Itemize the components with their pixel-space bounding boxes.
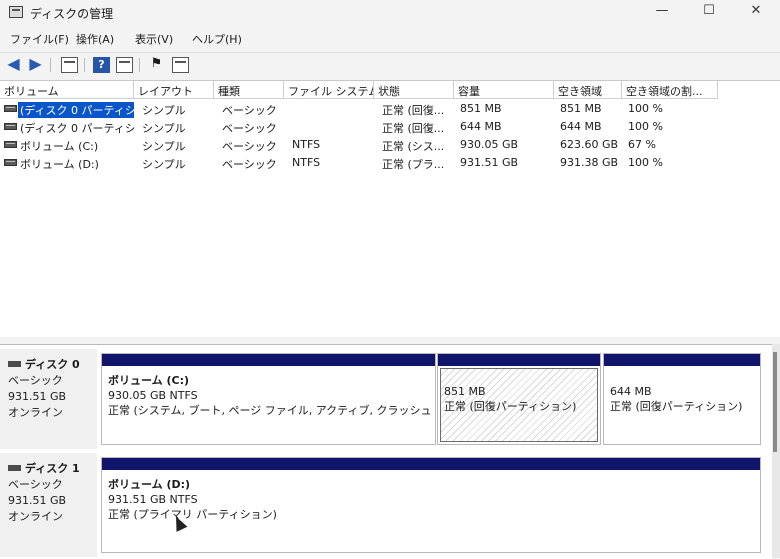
cell-volume: ボリューム (D:) xyxy=(20,158,99,171)
cell-status: 正常 (回復... xyxy=(382,122,445,135)
properties-icon[interactable] xyxy=(172,57,189,73)
cell-layout: シンプル xyxy=(142,158,186,171)
partition-recovery-1[interactable]: 851 MB 正常 (回復パーティション) xyxy=(437,353,601,445)
partition-d[interactable]: ボリューム (D:) 931.51 GB NTFS 正常 (プライマリ パーティ… xyxy=(101,457,761,553)
column-header-capacity[interactable]: 容量 xyxy=(454,81,554,99)
cell-percent-free: 100 % xyxy=(628,156,663,169)
cell-percent-free: 100 % xyxy=(628,120,663,133)
cell-status: 正常 (プラ... xyxy=(382,158,445,171)
disk-icon xyxy=(8,465,21,471)
partition-size: 644 MB xyxy=(610,385,652,398)
disk-1-info[interactable]: ディスク 1 ベーシック 931.51 GB オンライン xyxy=(0,453,97,557)
column-header-volume[interactable]: ボリューム xyxy=(0,81,134,99)
back-arrow-icon[interactable]: ◀ xyxy=(5,56,22,73)
volume-icon xyxy=(4,141,17,148)
close-button[interactable]: ✕ xyxy=(736,2,776,22)
cell-free-space: 623.60 GB xyxy=(560,138,619,151)
cell-free-space: 644 MB xyxy=(560,120,602,133)
toolbar: ◀ ▶ ? ⚑ xyxy=(0,52,780,77)
cell-free-space: 931.38 GB xyxy=(560,156,619,169)
disk-0-name: ディスク 0 xyxy=(8,357,97,373)
scrollbar-thumb[interactable] xyxy=(773,352,777,452)
console-tree-icon[interactable] xyxy=(61,57,78,73)
cell-volume: ボリューム (C:) xyxy=(20,140,99,153)
cell-type: ベーシック xyxy=(222,140,277,153)
partition-status: 正常 (プライマリ パーティション) xyxy=(108,508,277,521)
menu-help[interactable]: ヘルプ(H) xyxy=(192,31,242,47)
action-pane-icon[interactable] xyxy=(116,57,133,73)
cell-capacity: 851 MB xyxy=(460,102,502,115)
column-header-percent-free[interactable]: 空き領域の割... xyxy=(622,81,718,99)
volume-list: ボリューム レイアウト 種類 ファイル システム 状態 容量 空き領域 空き領域… xyxy=(0,80,780,337)
cell-volume: (ディスク 0 パーティシ... xyxy=(18,102,134,118)
window-title: ディスクの管理 xyxy=(30,7,114,21)
cell-filesystem xyxy=(288,102,374,118)
cell-filesystem xyxy=(288,120,374,136)
cell-capacity: 931.51 GB xyxy=(460,156,519,169)
disk-0-info[interactable]: ディスク 0 ベーシック 931.51 GB オンライン xyxy=(0,349,97,449)
disk-0-status: オンライン xyxy=(8,406,63,419)
title-bar: ディスクの管理 — ☐ ✕ xyxy=(0,0,780,26)
disk-0-type: ベーシック xyxy=(8,374,63,387)
partition-bar xyxy=(102,354,435,366)
cell-percent-free: 67 % xyxy=(628,138,656,151)
cell-volume: (ディスク 0 パーティシ... xyxy=(20,122,134,135)
volume-icon xyxy=(4,105,17,112)
column-header-status[interactable]: 状態 xyxy=(374,81,454,99)
disk-1-type: ベーシック xyxy=(8,478,63,491)
disk-icon xyxy=(8,361,21,367)
cell-free-space: 851 MB xyxy=(560,102,602,115)
forward-arrow-icon[interactable]: ▶ xyxy=(27,56,44,73)
cell-capacity: 930.05 GB xyxy=(460,138,519,151)
partition-status: 正常 (システム, ブート, ページ ファイル, アクティブ, クラッシュ ダン… xyxy=(108,404,431,417)
column-header-type[interactable]: 種類 xyxy=(214,81,284,99)
partition-recovery-2[interactable]: 644 MB 正常 (回復パーティション) xyxy=(603,353,761,445)
partition-size: 930.05 GB NTFS xyxy=(108,389,198,402)
maximize-button[interactable]: ☐ xyxy=(689,2,729,22)
partition-status: 正常 (回復パーティション) xyxy=(444,400,577,413)
partition-size: 931.51 GB NTFS xyxy=(108,493,198,506)
cell-status: 正常 (回復... xyxy=(382,104,445,117)
minimize-button[interactable]: — xyxy=(642,2,682,22)
menu-view[interactable]: 表示(V) xyxy=(135,31,173,47)
partition-name: ボリューム (D:) xyxy=(108,478,191,491)
disk-1-name: ディスク 1 xyxy=(8,461,97,477)
disk-graphical-view: ディスク 0 ベーシック 931.51 GB オンライン ボリューム (C:) … xyxy=(0,344,772,559)
partition-bar xyxy=(438,354,600,366)
cell-filesystem: NTFS xyxy=(292,156,321,169)
cell-type: ベーシック xyxy=(222,122,277,135)
cell-status: 正常 (シス... xyxy=(382,140,445,153)
disk-1-status: オンライン xyxy=(8,510,63,523)
disk-management-icon xyxy=(9,6,23,18)
partition-bar xyxy=(604,354,760,366)
disk-0-size: 931.51 GB xyxy=(8,390,67,403)
cell-percent-free: 100 % xyxy=(628,102,663,115)
menu-file[interactable]: ファイル(F) xyxy=(10,31,69,47)
volume-icon xyxy=(4,123,17,130)
toolbar-separator xyxy=(84,58,85,72)
cell-layout: シンプル xyxy=(142,104,186,117)
cell-type: ベーシック xyxy=(222,104,277,117)
partition-name: ボリューム (C:) xyxy=(108,374,190,387)
column-header-filesystem[interactable]: ファイル システム xyxy=(284,81,374,99)
partition-bar xyxy=(102,458,760,470)
cell-capacity: 644 MB xyxy=(460,120,502,133)
column-header-layout[interactable]: レイアウト xyxy=(134,81,214,99)
toolbar-separator xyxy=(50,58,51,72)
menu-action[interactable]: 操作(A) xyxy=(76,31,114,47)
partition-size: 851 MB xyxy=(444,385,486,398)
column-header-free-space[interactable]: 空き領域 xyxy=(554,81,622,99)
menu-bar: ファイル(F) 操作(A) 表示(V) ヘルプ(H) xyxy=(0,28,780,48)
cell-layout: シンプル xyxy=(142,140,186,153)
cell-filesystem: NTFS xyxy=(292,138,321,151)
cell-type: ベーシック xyxy=(222,158,277,171)
help-icon[interactable]: ? xyxy=(93,57,110,73)
volume-icon xyxy=(4,159,17,166)
partition-status: 正常 (回復パーティション) xyxy=(610,400,743,413)
cell-layout: シンプル xyxy=(142,122,186,135)
disk-1-size: 931.51 GB xyxy=(8,494,67,507)
connect-icon[interactable]: ⚑ xyxy=(148,57,165,73)
toolbar-separator xyxy=(139,58,140,72)
partition-c[interactable]: ボリューム (C:) 930.05 GB NTFS 正常 (システム, ブート,… xyxy=(101,353,436,445)
